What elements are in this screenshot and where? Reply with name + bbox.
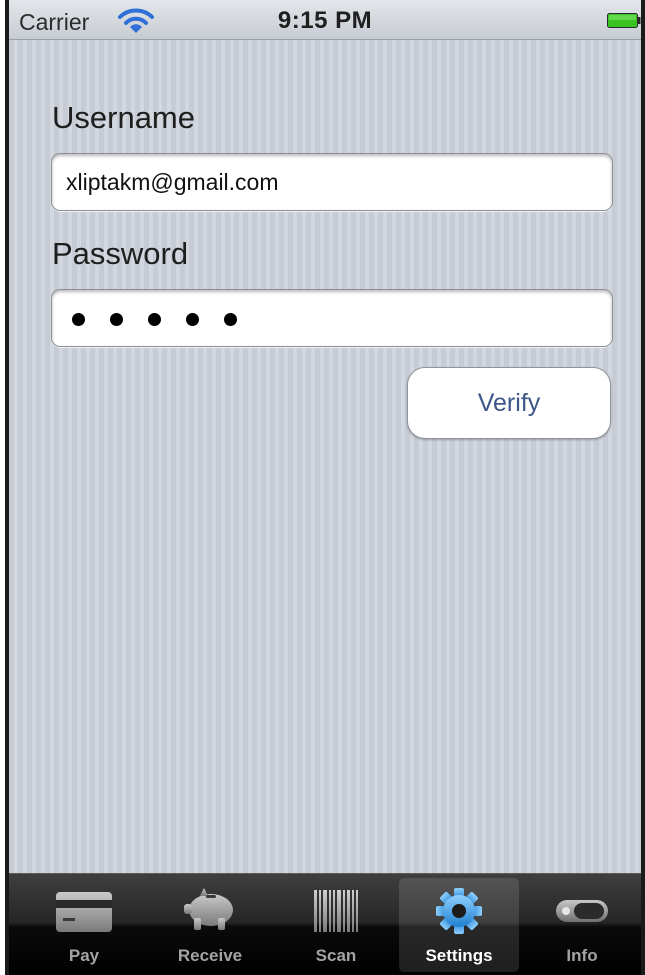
password-label: Password — [52, 236, 189, 271]
phone-screen: Carrier 9:15 PM Username Password Verify — [5, 0, 645, 975]
barcode-icon — [314, 890, 358, 932]
tab-bar: Pay Receive Scan Settings Info — [9, 873, 641, 975]
password-mask — [72, 304, 237, 334]
piggy-bank-icon — [184, 888, 233, 930]
tab-settings[interactable]: Settings — [399, 874, 519, 974]
username-label: Username — [52, 100, 195, 135]
username-field-frame — [51, 153, 613, 211]
password-dot — [224, 312, 237, 326]
battery-icon — [607, 13, 641, 28]
settings-form: Username Password Verify — [9, 40, 641, 873]
toggle-icon — [556, 900, 608, 922]
password-dot — [148, 312, 161, 326]
status-time: 9:15 PM — [277, 7, 373, 34]
tab-label-scan: Scan — [315, 946, 357, 965]
password-dot — [72, 312, 85, 326]
password-dot — [110, 312, 123, 326]
tab-info[interactable]: Info — [526, 874, 638, 974]
credit-card-icon — [56, 892, 112, 932]
status-bar: Carrier 9:15 PM — [9, 0, 641, 40]
tab-label-pay: Pay — [68, 946, 100, 965]
tab-label-receive: Receive — [177, 946, 243, 965]
gear-icon — [436, 888, 482, 934]
tab-receive[interactable]: Receive — [154, 874, 266, 974]
tab-label-settings: Settings — [425, 946, 493, 965]
verify-button[interactable]: Verify — [407, 367, 611, 439]
password-dot — [186, 312, 199, 326]
tab-pay[interactable]: Pay — [28, 874, 140, 974]
tab-scan[interactable]: Scan — [280, 874, 392, 974]
username-field[interactable] — [66, 154, 596, 210]
tab-label-info: Info — [566, 946, 598, 965]
password-field[interactable] — [51, 289, 613, 347]
